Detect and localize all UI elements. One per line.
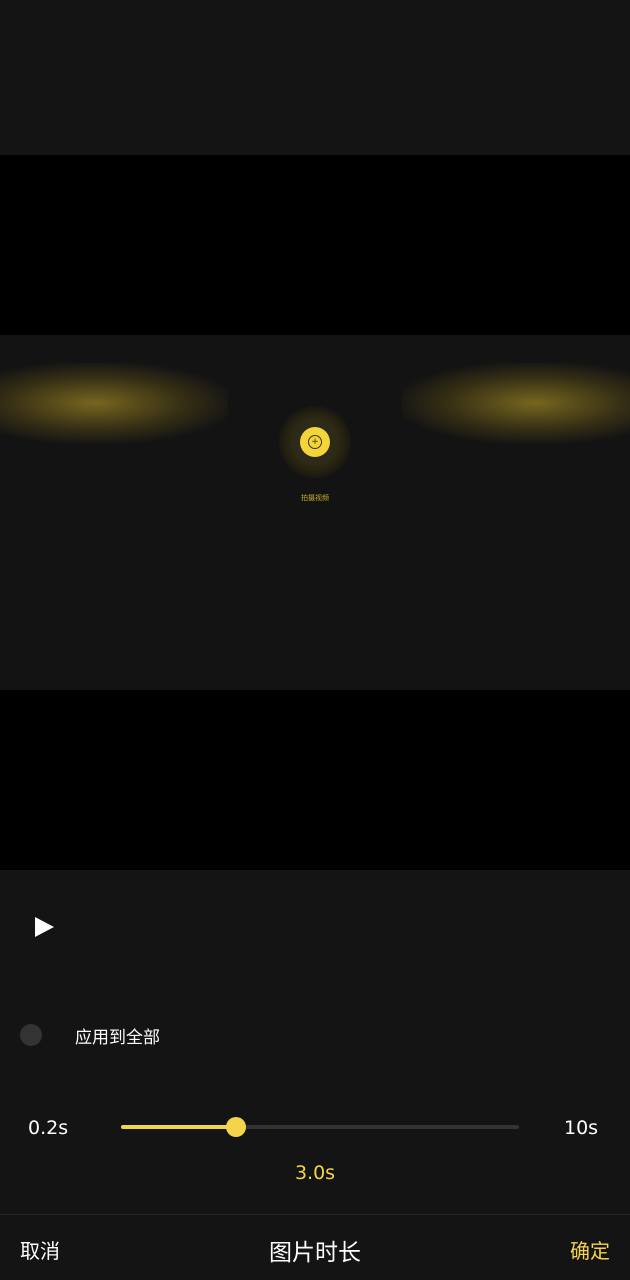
duration-editor-screen: + 拍摄视频 应用到全部 0.2s 10s 3.0s 取消 图片时长 确定 [0, 0, 630, 1280]
slider-max-label: 10s [564, 1117, 599, 1139]
duration-slider[interactable] [121, 1117, 519, 1137]
slider-min-label: 0.2s [28, 1117, 69, 1139]
slider-thumb[interactable] [226, 1117, 246, 1137]
apply-all-label: 应用到全部 [75, 1027, 160, 1048]
glow-right [400, 363, 630, 443]
apply-all-checkbox[interactable] [20, 1024, 42, 1046]
apply-all-row[interactable]: 应用到全部 [20, 1020, 160, 1050]
record-button-icon: + [300, 427, 330, 457]
preview-center-panel [228, 335, 402, 690]
record-label: 拍摄视频 [301, 494, 329, 502]
preview-frame: + 拍摄视频 [0, 335, 630, 690]
play-icon [35, 917, 54, 937]
page-title: 图片时长 [269, 1240, 361, 1266]
video-preview: + 拍摄视频 [0, 155, 630, 870]
cancel-button[interactable]: 取消 [20, 1235, 60, 1264]
top-spacer [0, 0, 630, 155]
slider-fill [121, 1125, 236, 1129]
confirm-button[interactable]: 确定 [570, 1235, 610, 1264]
bottom-bar: 取消 图片时长 确定 [0, 1214, 630, 1280]
duration-value: 3.0s [294, 1162, 336, 1184]
play-button[interactable] [30, 912, 60, 942]
plus-icon: + [308, 435, 322, 449]
glow-left [0, 363, 230, 443]
